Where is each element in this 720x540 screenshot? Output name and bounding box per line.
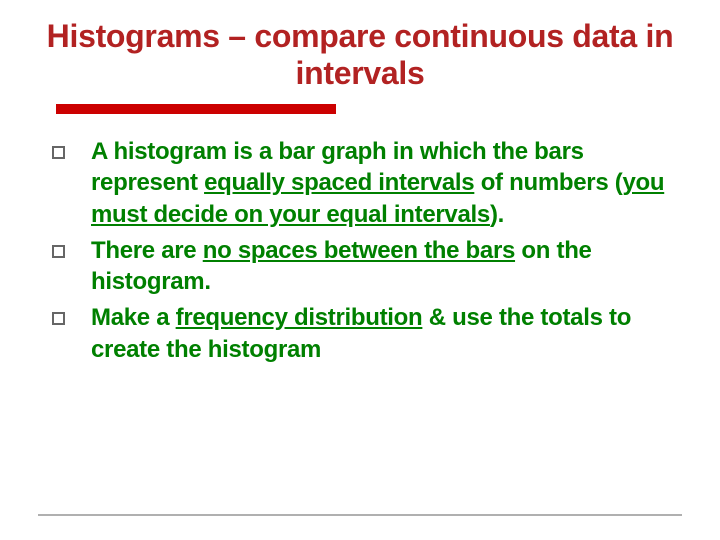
footer-divider — [38, 514, 682, 516]
square-bullet-icon — [52, 245, 65, 258]
bullet-text-3: Make a frequency distribution & use the … — [91, 302, 666, 365]
title-divider — [56, 104, 336, 114]
b1-post: ). — [490, 201, 504, 228]
bullet-text-2: There are no spaces between the bars on … — [91, 235, 666, 298]
b3-pre: Make a — [91, 304, 176, 331]
slide-title: Histograms – compare continuous data in … — [38, 18, 682, 92]
slide: Histograms – compare continuous data in … — [0, 0, 720, 540]
b1-underline-1: equally spaced intervals — [204, 169, 474, 196]
b3-underline-1: frequency distribution — [176, 304, 423, 331]
bullet-item-3: Make a frequency distribution & use the … — [46, 302, 666, 365]
b2-pre: There are — [91, 237, 203, 264]
bullet-item-2: There are no spaces between the bars on … — [46, 235, 666, 298]
square-bullet-icon — [52, 312, 65, 325]
bullet-text-1: A histogram is a bar graph in which the … — [91, 136, 666, 231]
square-bullet-icon — [52, 146, 65, 159]
bullet-item-1: A histogram is a bar graph in which the … — [46, 136, 666, 231]
content-area: A histogram is a bar graph in which the … — [38, 136, 682, 366]
b1-mid: of numbers ( — [474, 169, 622, 196]
divider-wrap — [38, 104, 682, 114]
b2-underline-1: no spaces between the bars — [203, 237, 515, 264]
